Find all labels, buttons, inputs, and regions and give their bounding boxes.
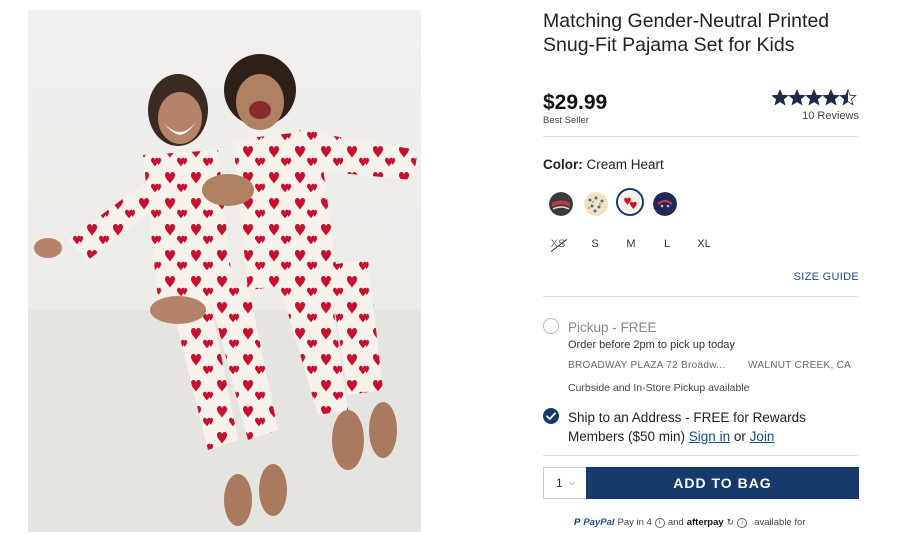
product-price: $29.99 (543, 91, 608, 114)
quantity-value: 1 (556, 476, 563, 490)
size-options: XS S M L XL (543, 236, 743, 256)
reviews-link[interactable]: 10 Reviews (802, 110, 859, 122)
star-icon (772, 89, 789, 106)
quantity-select[interactable]: 1 ⌵ (543, 467, 586, 499)
divider (543, 136, 859, 137)
ship-option-label-2: Members ($50 min) Sign in or Join (568, 429, 774, 444)
add-to-bag-button[interactable]: ADD TO BAG (586, 467, 859, 499)
store-city[interactable]: WALNUT CREEK, CA (748, 360, 851, 371)
available-label: available for (754, 517, 806, 528)
afterpay-label[interactable]: afterpay (687, 517, 724, 528)
divider (543, 455, 859, 456)
size-guide-link[interactable]: SIZE GUIDE (794, 271, 859, 283)
color-value: Cream Heart (586, 157, 664, 172)
color-label: Color: (543, 157, 583, 172)
star-icon (805, 89, 823, 106)
pay-in-label: Pay in 4 (617, 517, 652, 528)
info-icon[interactable]: i (654, 517, 665, 528)
curbside-note: Curbside and In-Store Pickup available (568, 382, 750, 394)
size-m[interactable]: M (616, 238, 646, 250)
ship-radio-checked[interactable] (543, 408, 559, 424)
rating-stars[interactable] (772, 89, 860, 107)
ship-members-text: Members ($50 min) (568, 429, 686, 444)
chevron-down-icon: ⌵ (568, 478, 575, 487)
swatch-dark-print[interactable] (549, 192, 573, 216)
or-text: or (733, 429, 746, 444)
pickup-cutoff-note: Order before 2pm to pick up today (568, 339, 735, 351)
star-icon (788, 89, 806, 106)
product-title: Matching Gender-Neutral Printed Snug-Fit… (543, 10, 830, 56)
size-s[interactable]: S (580, 238, 610, 250)
payment-options: P PayPal Pay in 4 i and afterpay ↻ i ava… (574, 517, 805, 528)
color-selection-label: Color: Cream Heart (543, 157, 664, 172)
best-seller-badge: Best Seller (543, 115, 589, 126)
size-xs[interactable]: XS (543, 238, 573, 250)
divider (543, 296, 859, 297)
and-label: and (667, 517, 684, 528)
swatch-light-dots[interactable] (584, 192, 608, 216)
product-image[interactable] (28, 10, 421, 532)
star-icon (822, 89, 840, 106)
swatch-cream-heart[interactable] (616, 188, 644, 216)
size-xl[interactable]: XL (689, 238, 719, 250)
color-swatches (543, 188, 703, 220)
store-name[interactable]: BROADWAY PLAZA 72 Broadw... (568, 360, 725, 371)
info-icon[interactable]: i (737, 517, 748, 528)
checkmark-icon (546, 412, 556, 420)
size-l[interactable]: L (652, 238, 682, 250)
join-link[interactable]: Join (750, 429, 775, 444)
paypal-label[interactable]: PayPal (583, 517, 614, 528)
half-star-icon (839, 89, 857, 106)
pickup-radio[interactable] (543, 318, 559, 334)
swatch-navy-print[interactable] (653, 192, 677, 216)
afterpay-logo-icon: ↻ (726, 517, 735, 527)
sign-in-link[interactable]: Sign in (689, 429, 730, 444)
product-photo-illustration (28, 54, 421, 532)
pickup-label: Pickup - FREE (568, 320, 657, 335)
paypal-logo-icon: P (574, 517, 581, 528)
ship-option-label: Ship to an Address - FREE for Rewards (568, 410, 806, 425)
